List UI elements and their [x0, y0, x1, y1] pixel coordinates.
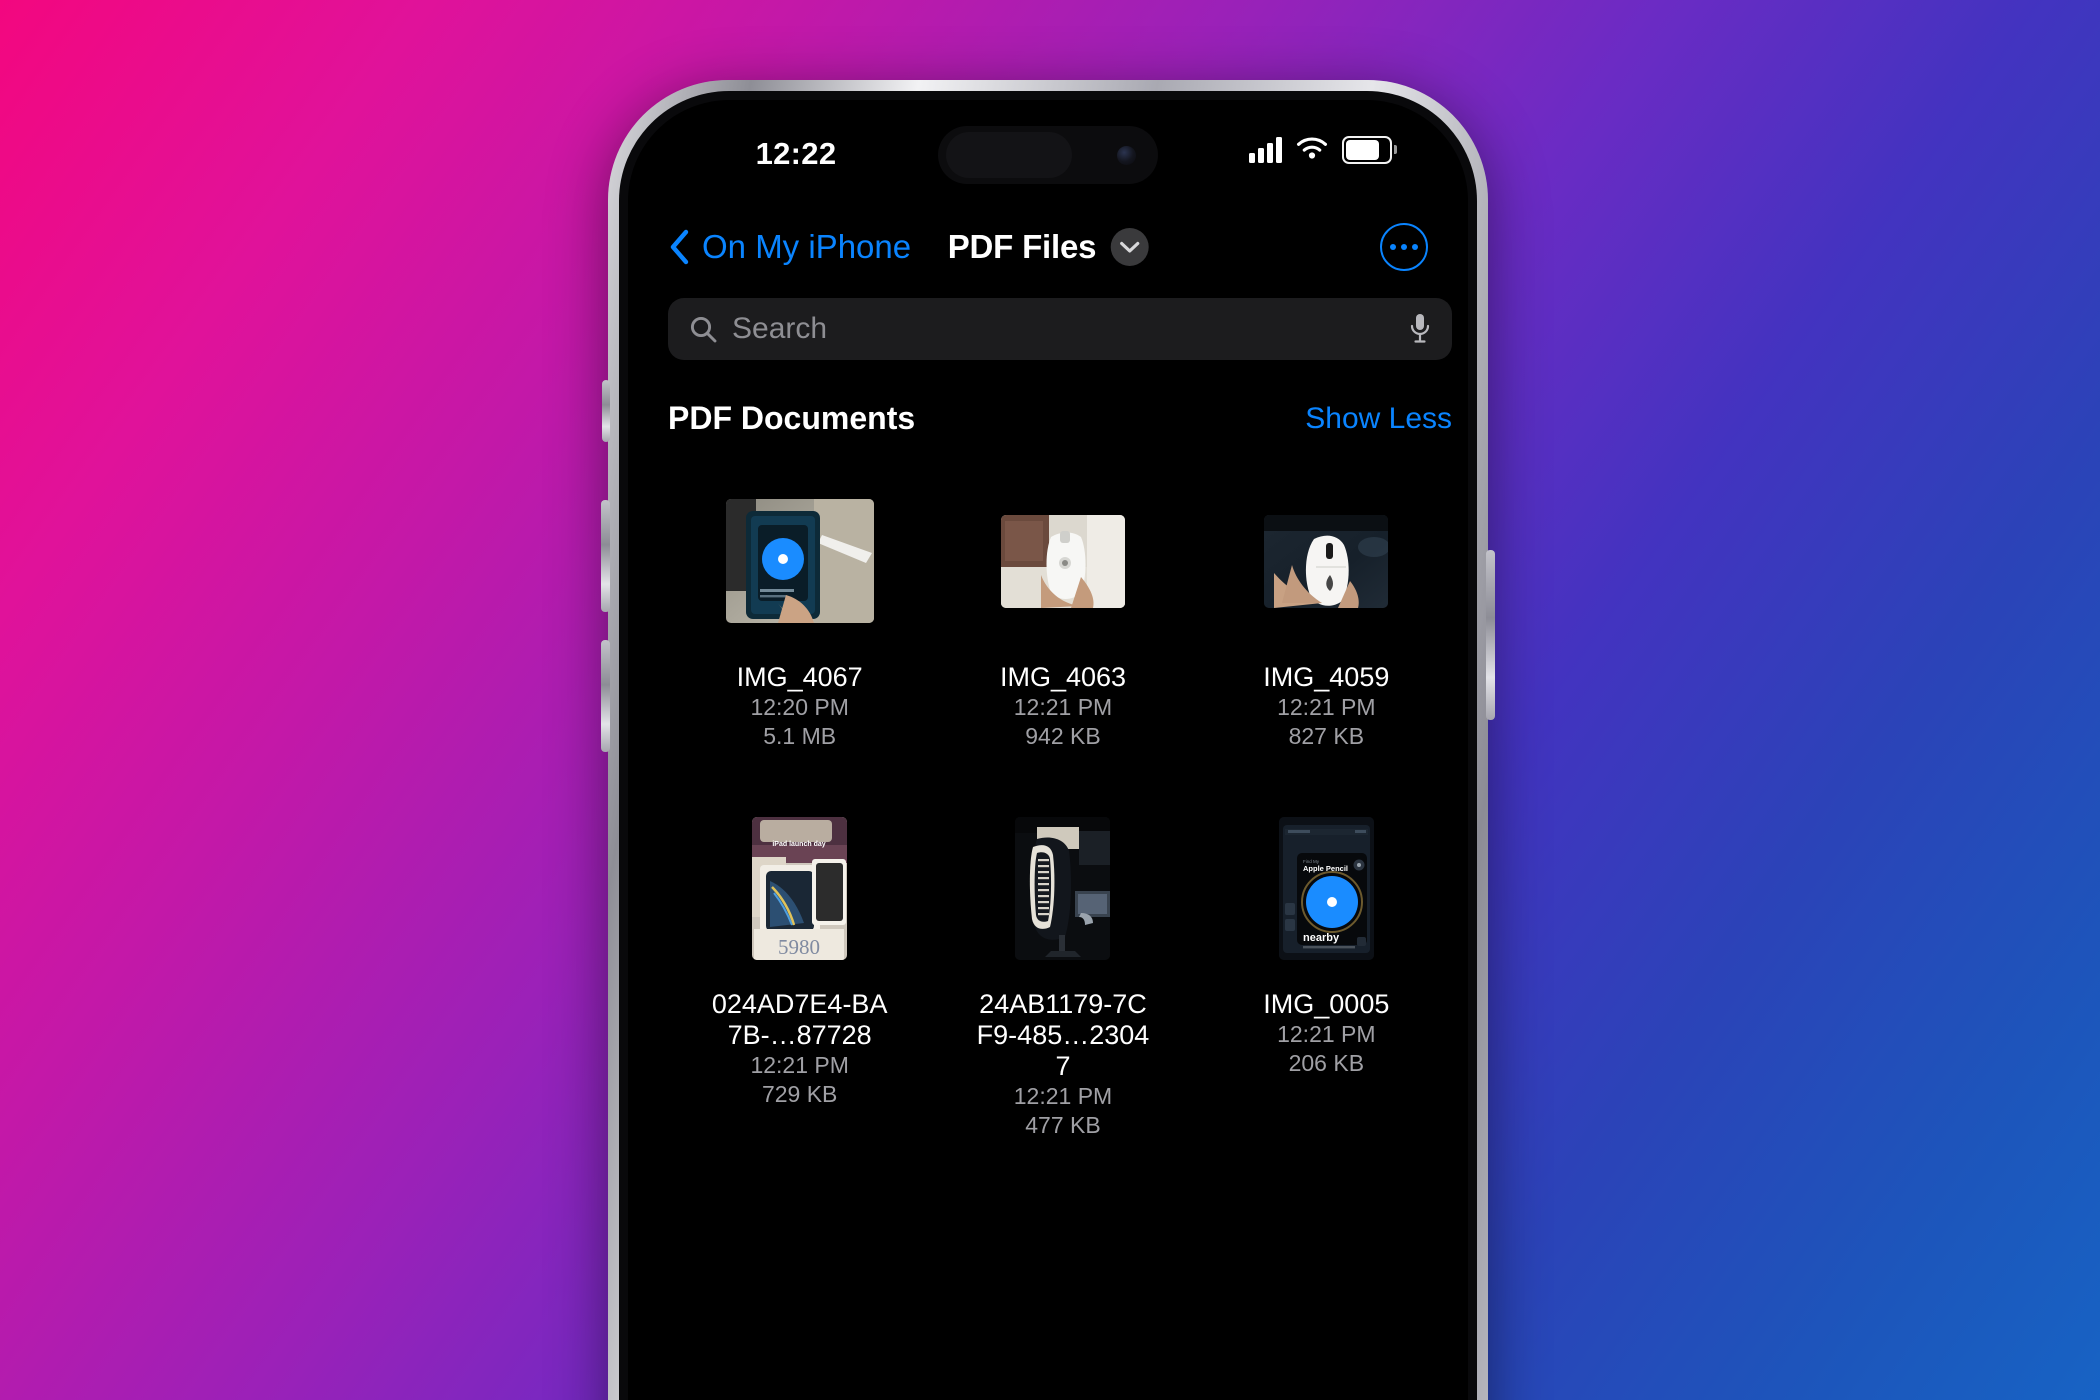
status-bar: 12:22	[628, 100, 1468, 212]
thumbnail-apple-pencil-nearby-blue-circle: Find My Apple Pencil nearby	[1278, 816, 1374, 960]
chevron-left-icon	[670, 229, 689, 265]
front-camera-icon	[1117, 146, 1136, 165]
nav-title-group[interactable]: PDF Files	[948, 228, 1149, 266]
file-thumbnail-box	[711, 472, 889, 650]
file-name: IMG_4063	[999, 662, 1127, 692]
file-time: 12:20 PM	[750, 694, 849, 720]
file-time: 12:21 PM	[1277, 694, 1376, 720]
thumbnail-hand-holding-white-mouse-underside	[1000, 514, 1125, 608]
file-item[interactable]: IMG_4063 12:21 PM 942 KB	[931, 472, 1194, 751]
status-bar-clock: 12:22	[755, 136, 837, 171]
more-dot	[1390, 244, 1396, 250]
more-dot	[1412, 244, 1418, 250]
device-bezel: 12:22 On My iPhone PDF Files Search PDF …	[619, 91, 1477, 1400]
phone-screen: 12:22 On My iPhone PDF Files Search PDF …	[628, 100, 1468, 1400]
wallpaper-background: 12:22 On My iPhone PDF Files Search PDF …	[0, 0, 2100, 1400]
file-name: 024AD7E4-BA7B-…87728	[711, 989, 888, 1050]
status-bar-indicators	[1249, 136, 1397, 164]
navigation-bar: On My iPhone PDF Files	[628, 208, 1468, 286]
search-input[interactable]: Search	[668, 298, 1452, 360]
signal-bars-icon	[1249, 137, 1282, 163]
file-grid: IMG_4067 12:20 PM 5.1 MB IMG_4063 12:21 …	[668, 472, 1458, 1140]
file-time: 12:21 PM	[1277, 1021, 1376, 1047]
file-name: IMG_4059	[1263, 662, 1390, 692]
thumbnail-ipad-apple-pencil-nearby-screen	[725, 499, 874, 623]
microphone-icon[interactable]	[1408, 312, 1432, 346]
section-title: PDF Documents	[668, 400, 916, 436]
file-time: 12:21 PM	[750, 1052, 849, 1078]
file-name: 24AB1179-7CF9-485…23047	[976, 989, 1150, 1081]
chevron-down-glyph	[1119, 241, 1139, 253]
side-power-button[interactable]	[1486, 550, 1495, 720]
file-size: 5.1 MB	[763, 723, 837, 749]
back-button[interactable]: On My iPhone	[668, 228, 911, 266]
wifi-icon	[1297, 137, 1327, 159]
search-placeholder: Search	[732, 312, 828, 345]
thumbnail-ipad-launch-day-unboxing: 5980 iPad launch day	[752, 816, 848, 960]
file-time: 12:21 PM	[1013, 1083, 1113, 1109]
iphone-device-frame: 12:22 On My iPhone PDF Files Search PDF …	[601, 80, 1495, 1400]
page-title: PDF Files	[947, 228, 1097, 265]
file-item[interactable]: 5980 iPad launch day 024AD7E4-BA7B-…8772…	[668, 799, 931, 1140]
file-size: 942 KB	[1025, 723, 1101, 749]
file-item[interactable]: 24AB1179-7CF9-485…23047 12:21 PM 477 KB	[931, 799, 1194, 1140]
file-thumbnail-box: 5980 iPad launch day	[711, 799, 889, 977]
svg-text:nearby: nearby	[1303, 932, 1340, 944]
file-item[interactable]: Find My Apple Pencil nearby IMG_0005 12:…	[1195, 799, 1458, 1140]
svg-text:Apple Pencil: Apple Pencil	[1303, 864, 1348, 873]
file-item[interactable]: IMG_4059 12:21 PM 827 KB	[1195, 472, 1458, 751]
show-less-button[interactable]: Show Less	[1305, 402, 1452, 436]
volume-up-button[interactable]	[601, 500, 610, 612]
file-size: 729 KB	[761, 1081, 838, 1107]
mute-switch-button[interactable]	[602, 380, 610, 442]
battery-icon	[1342, 136, 1397, 164]
file-size: 477 KB	[1025, 1112, 1101, 1138]
file-time: 12:21 PM	[1013, 694, 1113, 720]
chevron-down-icon[interactable]	[1110, 228, 1149, 266]
back-button-label: On My iPhone	[702, 228, 912, 265]
svg-text:iPad launch day: iPad launch day	[773, 841, 826, 848]
battery-fill	[1346, 140, 1380, 160]
file-name: IMG_4067	[736, 662, 863, 692]
thumbnail-office-chair-dark-room	[1015, 816, 1111, 960]
dynamic-island-pill	[946, 132, 1072, 178]
file-thumbnail-box	[974, 799, 1152, 977]
thumbnail-hand-holding-white-mouse-top	[1264, 514, 1389, 608]
search-icon	[690, 316, 717, 343]
section-header: PDF Documents Show Less	[668, 400, 1452, 437]
file-size: 827 KB	[1288, 723, 1365, 749]
svg-text:5980: 5980	[778, 935, 820, 959]
dynamic-island	[938, 126, 1158, 184]
file-name: IMG_0005	[1263, 989, 1390, 1019]
file-thumbnail-box	[1237, 472, 1415, 650]
more-dot	[1401, 244, 1407, 250]
file-item[interactable]: IMG_4067 12:20 PM 5.1 MB	[668, 472, 931, 751]
file-thumbnail-box	[974, 472, 1152, 650]
volume-down-button[interactable]	[601, 640, 610, 752]
file-thumbnail-box: Find My Apple Pencil nearby	[1237, 799, 1415, 977]
file-size: 206 KB	[1288, 1050, 1365, 1076]
ellipsis-circle-icon[interactable]	[1380, 223, 1428, 271]
